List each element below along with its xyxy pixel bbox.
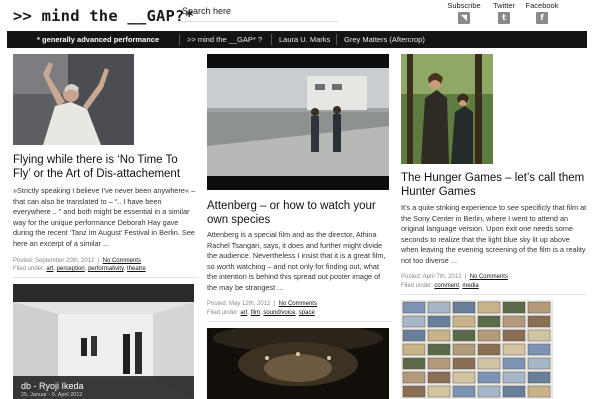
- post-excerpt: It’s a quite striking experience to see …: [401, 203, 587, 265]
- main-navigation: * generally advanced performance >> mind…: [7, 31, 587, 48]
- subscribe-label: Subscribe: [447, 1, 481, 10]
- dancer-image: [13, 54, 134, 145]
- tag-link[interactable]: art: [240, 310, 247, 316]
- tag-link[interactable]: comment: [434, 283, 459, 289]
- post-divider: [401, 294, 586, 295]
- post-meta: Posted: May 12th, 2012 | No Comments: [207, 301, 317, 307]
- stage-image: [207, 328, 389, 399]
- nav-divider: [271, 34, 272, 45]
- facebook-label: Facebook: [525, 1, 559, 10]
- nav-divider: [179, 34, 180, 45]
- twitter-link[interactable]: Twitter t: [484, 1, 524, 24]
- search-input[interactable]: [178, 0, 338, 22]
- tag-link[interactable]: perception: [57, 266, 85, 272]
- post-tags: Filed under: art, perception, performati…: [13, 266, 146, 272]
- forest-image: [401, 54, 493, 164]
- thumbnail-caption-sub: 25. Januar - 5. April 2012: [21, 392, 83, 398]
- post-thumbnail[interactable]: [401, 300, 553, 399]
- filed-under-label: Filed under:: [13, 266, 45, 272]
- post-thumbnail[interactable]: [401, 54, 493, 164]
- post-tags: Filed under: comment, media: [401, 283, 479, 289]
- subscribe-link[interactable]: Subscribe ◥: [444, 1, 484, 24]
- nav-divider: [336, 34, 337, 45]
- tag-link[interactable]: film: [251, 310, 260, 316]
- tag-link[interactable]: sound/voice: [263, 310, 295, 316]
- tag-link[interactable]: art: [46, 266, 53, 272]
- post-thumbnail[interactable]: [207, 54, 389, 190]
- filed-under-label: Filed under:: [401, 283, 433, 289]
- twitter-icon[interactable]: t: [498, 12, 510, 24]
- tag-link[interactable]: media: [462, 283, 478, 289]
- post-tags: Filed under: art, film, sound/voice, spa…: [207, 310, 315, 316]
- post-excerpt: Attenberg is a special film and as the d…: [207, 230, 386, 292]
- post-divider: [13, 277, 198, 278]
- site-tagline: * generally advanced performance: [37, 35, 160, 44]
- post-date: Posted: September 20th, 2012: [13, 258, 95, 264]
- comments-link[interactable]: No Comments: [470, 274, 508, 280]
- post-date: Posted: May 12th, 2012: [207, 301, 271, 307]
- post-thumbnail[interactable]: [207, 328, 389, 399]
- site-title[interactable]: >> mind the __GAP?*: [13, 7, 194, 25]
- tag-link[interactable]: theatre: [127, 266, 146, 272]
- post-title[interactable]: Attenberg – or how to watch your own spe…: [207, 199, 392, 227]
- comments-link[interactable]: No Comments: [279, 301, 317, 307]
- nav-item-home[interactable]: >> mind the __GAP* ?: [187, 35, 262, 44]
- post-thumbnail[interactable]: db - Ryoji Ikeda 25. Januar - 5. April 2…: [13, 284, 194, 399]
- rss-icon[interactable]: ◥: [458, 12, 470, 24]
- nav-item-grey-matters[interactable]: Grey Matters (Aftercrop): [344, 35, 425, 44]
- filed-under-label: Filed under:: [207, 310, 239, 316]
- facebook-icon[interactable]: f: [536, 12, 548, 24]
- tag-link[interactable]: space: [299, 310, 315, 316]
- facebook-link[interactable]: Facebook f: [522, 1, 562, 24]
- post-thumbnail[interactable]: [13, 54, 134, 145]
- twitter-label: Twitter: [492, 1, 516, 10]
- nav-item-laura-marks[interactable]: Laura U. Marks: [279, 35, 330, 44]
- thumbnail-caption-title: db - Ryoji Ikeda: [21, 381, 84, 391]
- post-meta: Posted: April 7th, 2012 | No Comments: [401, 274, 508, 280]
- post-excerpt: »Strictly speaking I believe I’ve never …: [13, 186, 196, 248]
- post-divider: [207, 321, 392, 322]
- comments-link[interactable]: No Comments: [103, 258, 141, 264]
- post-title[interactable]: Flying while there is ‘No Time To Fly’ o…: [13, 153, 198, 181]
- post-title[interactable]: The Hunger Games – let’s call them Hunte…: [401, 171, 586, 199]
- storyboard-image: [402, 301, 551, 398]
- tag-link[interactable]: performativity: [88, 266, 124, 272]
- film-still-image: [207, 54, 389, 190]
- post-date: Posted: April 7th, 2012: [401, 274, 462, 280]
